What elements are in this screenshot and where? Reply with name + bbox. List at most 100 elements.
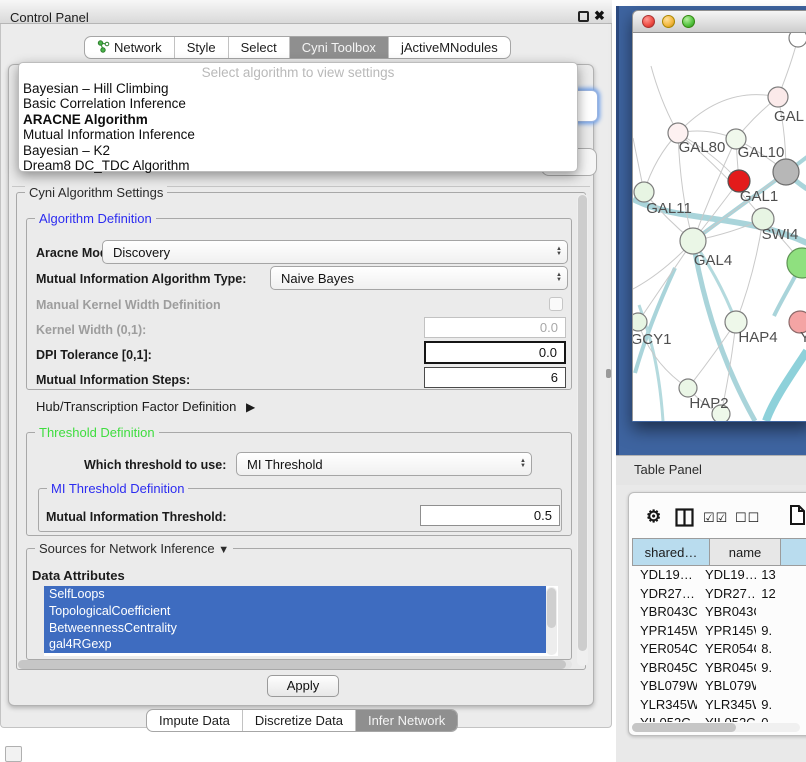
node-label-swi4: SWI4 [762,226,799,243]
node-gal4[interactable] [680,228,706,254]
hub-definition-label: Hub/Transcription Factor Definition [36,399,236,414]
hub-definition-toggle[interactable]: Hub/Transcription Factor Definition ▶ [36,399,255,414]
table-cell: YDL19… [632,566,697,585]
node-bright-green[interactable] [787,248,806,278]
minimize-traffic-light-icon[interactable] [662,15,675,28]
table-cell: YBR045C [697,659,756,678]
collapsed-widget-icon[interactable] [5,746,22,762]
tab-label: Select [241,40,277,55]
table-row[interactable]: YLR345WYLR345W9. [632,696,806,715]
data-attribute-item-selfloops[interactable]: SelfLoops [44,586,546,603]
algorithm-option-mutual-information-inference[interactable]: Mutual Information Inference [19,127,577,142]
split-columns-icon[interactable] [675,508,694,527]
node-gcy1[interactable] [633,313,647,331]
kernel-width-field[interactable]: 0.0 [424,317,566,338]
table-cell: YIL052C [632,714,697,722]
network-window-titlebar[interactable] [632,10,806,33]
table-row[interactable]: YDR27…YDR27…12 [632,585,806,604]
data-attributes-label: Data Attributes [32,568,125,583]
column-header-name[interactable]: name [710,538,781,566]
tab-impute-data[interactable]: Impute Data [147,710,242,731]
tab-discretize-data[interactable]: Discretize Data [242,710,355,731]
table-row[interactable]: YIL052CYIL052C0. [632,714,806,722]
mi-steps-field[interactable]: 6 [424,367,566,388]
tab-infer-network[interactable]: Infer Network [355,710,457,731]
table-cell: YDR27… [632,585,697,604]
node-partial-top[interactable] [789,33,806,47]
aracne-mode-select[interactable]: Discovery ▲▼ [102,240,568,264]
algorithm-option-bayesian-k2[interactable]: Bayesian – K2 [19,143,577,158]
network-edge [651,66,678,133]
tab-cyni-toolbox[interactable]: Cyni Toolbox [289,37,388,58]
tab-select[interactable]: Select [228,37,289,58]
algorithm-option-basic-correlation-inference[interactable]: Basic Correlation Inference [19,96,577,111]
manual-kernel-label: Manual Kernel Width Definition [36,298,221,312]
table-row[interactable]: YER054CYER054C8. [632,640,806,659]
dpi-tolerance-label: DPI Tolerance [0,1]: [36,348,152,362]
data-attribute-item-betweennesscentrality[interactable]: BetweennessCentrality [44,620,546,637]
node-gray[interactable] [773,159,799,185]
table-horizontal-scrollbar[interactable] [632,723,800,732]
cyni-settings-legend: Cyni Algorithm Settings [25,185,167,200]
tab-label: Discretize Data [255,713,343,728]
settings-horizontal-scrollbar[interactable] [18,660,572,669]
collapsed-arrow-icon[interactable]: ▶ [246,400,255,414]
tab-network[interactable]: Network [85,37,174,58]
data-attributes-list[interactable]: SelfLoopsTopologicalCoefficientBetweenne… [44,586,558,656]
table-row[interactable]: YPR145WYPR145W9. [632,622,806,641]
table-row[interactable]: YBL079WYBL079W [632,677,806,696]
table-panel-title: Table Panel [634,462,702,477]
table-cell: 9. [756,696,806,715]
which-threshold-select[interactable]: MI Threshold ▲▼ [236,452,532,476]
table-row[interactable]: YDL19…YDL19…13 [632,566,806,585]
gear-icon[interactable]: ⚙ [646,507,661,527]
settings-vertical-scrollbar[interactable] [577,194,588,666]
node-gal2[interactable] [768,87,788,107]
table-row[interactable]: YBR045CYBR045C9. [632,659,806,678]
threshold-definition-legend: Threshold Definition [35,425,159,440]
close-traffic-light-icon[interactable] [642,15,655,28]
hide-columns-icon[interactable]: ☐☐ [735,510,760,526]
node-gal11[interactable] [634,182,654,202]
sources-legend[interactable]: Sources for Network Inference ▼ [35,541,233,556]
table-cell: 8. [756,640,806,659]
table-row[interactable]: YBR043CYBR043C [632,603,806,622]
aracne-mode-value: Discovery [113,245,170,260]
table-cell: YBR045C [632,659,697,678]
control-panel-tabs: Network Style Select Cyni ToolboxjActiveMNo… [84,36,511,59]
node-label-gal11: GAL11 [646,200,692,217]
control-panel-titlebar[interactable] [0,0,612,24]
dpi-tolerance-field[interactable]: 0.0 [424,341,566,364]
kernel-width-label: Kernel Width (0,1): [36,323,146,337]
mi-type-select[interactable]: Naive Bayes ▲▼ [270,266,568,290]
show-columns-icon[interactable]: ☑☑ [703,510,728,526]
apply-button[interactable]: Apply [267,675,339,697]
network-canvas[interactable]: GALGAL80GAL10GAL1GAL11SWI4GAL4GCY1HAP4YH… [632,33,806,421]
zoom-traffic-light-icon[interactable] [682,15,695,28]
manual-kernel-checkbox[interactable] [549,297,563,311]
column-header-a[interactable]: A [781,538,806,566]
algorithm-dropdown-popup: Select algorithm to view settings Bayesi… [18,62,578,172]
data-attribute-item-topologicalcoefficient[interactable]: TopologicalCoefficient [44,603,546,620]
close-icon[interactable]: ✖ [594,8,605,24]
algorithm-option-dream8-dc-tdc-algorithm[interactable]: Dream8 DC_TDC Algorithm [19,158,577,173]
stepper-arrows-icon: ▲▼ [556,267,562,289]
algorithm-placeholder: Select algorithm to view settings [19,64,577,81]
algorithm-option-bayesian-hill-climbing[interactable]: Bayesian – Hill Climbing [19,81,577,96]
sources-legend-label: Sources for Network Inference [39,541,215,556]
tab-jactivemnodules[interactable]: jActiveMNodules [388,37,510,58]
stepper-arrows-icon: ▲▼ [556,241,562,263]
algorithm-option-aracne-algorithm[interactable]: ARACNE Algorithm [19,112,577,127]
node-label-hap4: HAP4 [738,329,777,346]
document-icon[interactable] [789,504,806,526]
attributes-list-scrollbar[interactable] [546,587,557,655]
expanded-arrow-icon[interactable]: ▼ [218,544,229,556]
column-header-shared[interactable]: shared… [632,538,710,566]
splitter-handle[interactable] [606,369,611,378]
tab-label: Style [187,40,216,55]
float-window-icon[interactable] [578,11,589,22]
tab-label: Infer Network [368,713,445,728]
data-attribute-item-gal4rgexp[interactable]: gal4RGexp [44,636,546,653]
tab-style[interactable]: Style [174,37,228,58]
mi-threshold-field[interactable]: 0.5 [420,505,560,526]
